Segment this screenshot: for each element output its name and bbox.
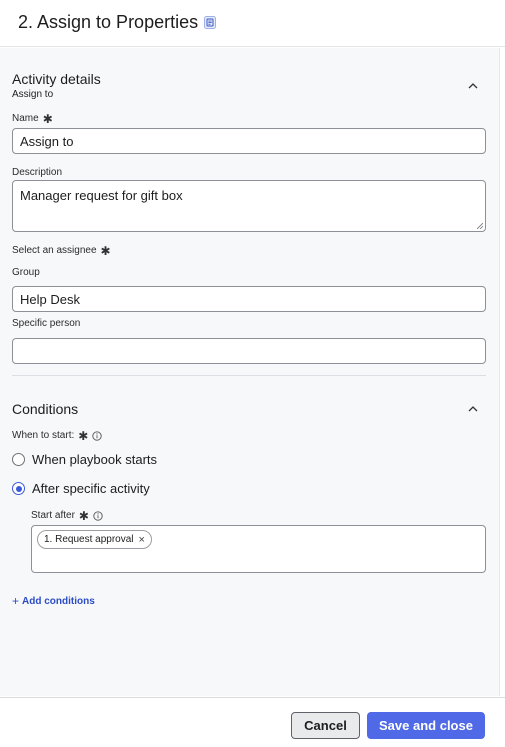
radio-label: After specific activity <box>32 481 150 496</box>
save-and-close-button[interactable]: Save and close <box>367 712 485 739</box>
activity-details-subtitle: Assign to <box>12 89 54 100</box>
document-icon[interactable] <box>204 16 217 29</box>
required-icon: ✱ <box>78 428 89 443</box>
specific-person-input[interactable] <box>12 338 486 364</box>
name-label: Name ✱ <box>12 111 53 126</box>
radio-button-selected[interactable] <box>12 482 25 495</box>
panel-title: 2. Assign to Properties <box>18 12 217 33</box>
group-label-text: Group <box>12 267 40 278</box>
radio-after-specific-activity[interactable]: After specific activity <box>12 481 150 496</box>
specific-person-label: Specific person <box>12 318 80 329</box>
group-input-value: Help Desk <box>20 291 80 307</box>
name-input[interactable]: Assign to <box>12 128 486 154</box>
name-label-text: Name <box>12 113 39 124</box>
required-icon: ✱ <box>100 243 111 258</box>
conditions-title: Conditions <box>12 401 79 417</box>
group-input[interactable]: Help Desk <box>12 286 486 312</box>
add-conditions-link[interactable]: + Add conditions <box>12 594 95 608</box>
panel-title-text: 2. Assign to Properties <box>18 12 199 32</box>
cancel-button[interactable]: Cancel <box>291 712 360 739</box>
radio-label: When playbook starts <box>32 452 158 467</box>
description-value: Manager request for gift box <box>20 188 183 203</box>
required-icon: ✱ <box>78 508 89 523</box>
assignee-label-text: Select an assignee <box>12 245 97 256</box>
scrollbar[interactable] <box>499 48 505 696</box>
chevron-up-icon[interactable] <box>466 79 480 93</box>
tag-label: 1. Request approval <box>44 534 134 545</box>
description-label-text: Description <box>12 167 63 178</box>
start-after-select[interactable]: 1. Request approval × <box>31 525 486 573</box>
description-label: Description <box>12 167 62 178</box>
activity-details-title: Activity details <box>12 71 101 87</box>
when-to-start-label-text: When to start: <box>12 430 75 441</box>
radio-button[interactable] <box>12 453 25 466</box>
radio-when-playbook-starts[interactable]: When playbook starts <box>12 452 157 467</box>
info-icon[interactable] <box>92 430 102 441</box>
start-after-label: Start after ✱ <box>31 508 103 523</box>
resize-grip-icon[interactable] <box>477 223 483 229</box>
panel-header: 2. Assign to Properties <box>0 0 505 47</box>
chevron-up-icon[interactable] <box>466 402 480 416</box>
specific-person-label-text: Specific person <box>12 318 81 329</box>
group-label: Group <box>12 267 40 278</box>
info-icon[interactable] <box>93 510 103 521</box>
description-textarea[interactable]: Manager request for gift box <box>12 180 486 232</box>
plus-icon: + <box>12 594 20 608</box>
assignee-label: Select an assignee ✱ <box>12 243 111 258</box>
close-icon[interactable]: × <box>139 534 145 546</box>
required-icon: ✱ <box>42 111 53 126</box>
name-input-value: Assign to <box>20 133 74 149</box>
selected-activity-tag: 1. Request approval × <box>37 530 152 549</box>
panel-footer: Cancel Save and close <box>0 697 505 747</box>
section-divider <box>12 375 486 376</box>
start-after-label-text: Start after <box>31 510 75 521</box>
when-to-start-label: When to start: ✱ <box>12 428 102 443</box>
add-conditions-label: Add conditions <box>22 595 95 607</box>
